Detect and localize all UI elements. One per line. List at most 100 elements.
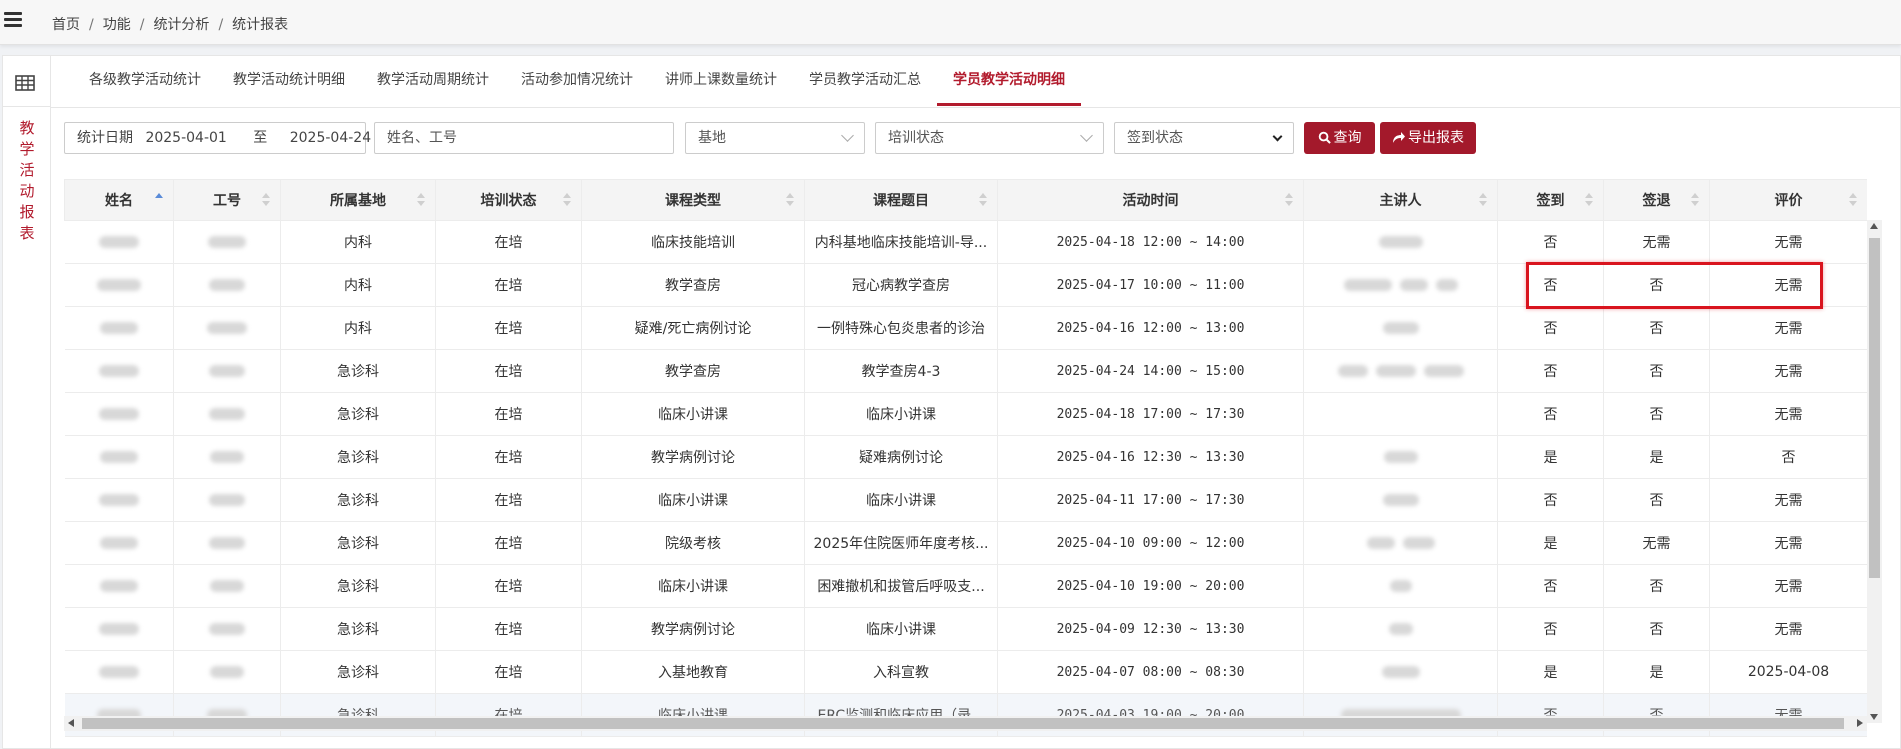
tab-level-activity-stats[interactable]: 各级教学活动统计 <box>73 56 217 106</box>
date-range-field[interactable]: 统计日期 2025-04-01 至 2025-04-24 <box>64 122 371 154</box>
cell-training-status: 在培 <box>435 478 582 522</box>
col-lecturer[interactable]: 主讲人 <box>1303 179 1498 221</box>
tab-participation[interactable]: 活动参加情况统计 <box>505 56 649 106</box>
vertical-scrollbar[interactable] <box>1867 220 1882 723</box>
horizontal-scrollbar[interactable] <box>64 716 1867 731</box>
cell-course-title: 临床小讲课 <box>804 607 998 651</box>
breadcrumb-statistics[interactable]: 统计分析 <box>153 17 209 33</box>
cell-id <box>173 220 281 264</box>
sort-icon[interactable] <box>563 193 571 207</box>
table-row[interactable]: 急诊科 在培 教学病例讨论 疑难病例讨论 2025-04-16 12:30 ~ 13:3… <box>64 435 1867 479</box>
sort-icon[interactable] <box>786 193 794 207</box>
table-row[interactable]: 急诊科 在培 临床小讲课 临床小讲课 2025-04-11 17:00 ~ 17:30 否… <box>64 478 1867 522</box>
col-id[interactable]: 工号 <box>173 179 281 221</box>
cell-signin: 否 <box>1497 263 1604 307</box>
sort-icon[interactable] <box>417 193 425 207</box>
base-select-label: 基地 <box>698 130 726 146</box>
cell-signin: 否 <box>1497 607 1604 651</box>
cell-evaluation: 2025-04-08 <box>1709 650 1867 694</box>
signin-status-label: 签到状态 <box>1127 130 1183 146</box>
date-to[interactable]: 2025-04-24 <box>290 130 371 146</box>
scroll-up-icon[interactable] <box>1870 223 1878 229</box>
cell-training-status: 在培 <box>435 435 582 479</box>
breadcrumb-function[interactable]: 功能 <box>103 17 131 33</box>
cell-base: 急诊科 <box>280 521 436 565</box>
col-base[interactable]: 所属基地 <box>280 179 436 221</box>
chevron-down-icon <box>1080 129 1093 142</box>
signin-status-select[interactable]: 签到状态 <box>1114 122 1294 154</box>
col-training-status[interactable]: 培训状态 <box>435 179 582 221</box>
cell-training-status: 在培 <box>435 263 582 307</box>
scroll-thumb[interactable] <box>82 718 1844 729</box>
export-label: 导出报表 <box>1408 130 1464 146</box>
col-evaluation[interactable]: 评价 <box>1709 179 1867 221</box>
sort-icon[interactable] <box>262 193 270 207</box>
sort-icon[interactable] <box>979 193 987 207</box>
sort-icon[interactable] <box>1585 193 1593 207</box>
breadcrumb-home[interactable]: 首页 <box>52 17 80 33</box>
sort-icon[interactable] <box>1691 193 1699 207</box>
cell-signin: 否 <box>1497 564 1604 608</box>
date-separator: 至 <box>253 130 268 146</box>
cell-activity-time: 2025-04-10 09:00 ~ 12:00 <box>997 521 1304 565</box>
tab-activity-detail[interactable]: 教学活动统计明细 <box>217 56 361 106</box>
scroll-right-icon[interactable] <box>1857 719 1863 727</box>
tab-student-summary[interactable]: 学员教学活动汇总 <box>793 56 937 106</box>
table-row[interactable]: 急诊科 在培 入基地教育 入科宣教 2025-04-07 08:00 ~ 08:30 是是… <box>64 650 1867 694</box>
cell-signout: 否 <box>1603 607 1710 651</box>
sort-icon[interactable] <box>1849 193 1857 207</box>
table-icon[interactable] <box>13 71 37 95</box>
base-select[interactable]: 基地 <box>685 122 865 154</box>
cell-course-type: 临床技能培训 <box>581 220 805 264</box>
cell-evaluation: 无需 <box>1709 564 1867 608</box>
side-rail: 教学活动报表 <box>3 56 51 748</box>
training-status-label: 培训状态 <box>888 130 944 146</box>
col-name[interactable]: 姓名 <box>64 179 174 221</box>
cell-course-type: 入基地教育 <box>581 650 805 694</box>
tab-student-detail[interactable]: 学员教学活动明细 <box>937 56 1081 106</box>
cell-course-type: 院级考核 <box>581 521 805 565</box>
date-from[interactable]: 2025-04-01 <box>145 130 226 146</box>
table-row[interactable]: 内科 在培 疑难/死亡病例讨论 一例特殊心包炎患者的诊治 2025-04-16 12:0… <box>64 306 1867 350</box>
table-row[interactable]: 内科 在培 临床技能培训 内科基地临床技能培训-导... 2025-04-18 12:0… <box>64 220 1867 264</box>
name-search-input[interactable]: 姓名、工号 <box>374 122 674 154</box>
sort-asc-icon[interactable] <box>155 193 163 207</box>
cell-name <box>64 650 174 694</box>
scroll-thumb[interactable] <box>1869 238 1880 578</box>
col-course-title[interactable]: 课程题目 <box>804 179 998 221</box>
cell-course-title: 2025年住院医师年度考核... <box>804 521 998 565</box>
col-signout[interactable]: 签退 <box>1603 179 1710 221</box>
cell-course-title: 临床小讲课 <box>804 478 998 522</box>
export-button[interactable]: 导出报表 <box>1380 122 1476 154</box>
share-arrow-icon <box>1393 132 1405 143</box>
cell-lecturer <box>1303 435 1498 479</box>
table-row[interactable]: 急诊科 在培 教学查房 教学查房4-3 2025-04-24 14:00 ~ 15:00… <box>64 349 1867 393</box>
cell-signout: 否 <box>1603 263 1710 307</box>
col-signin[interactable]: 签到 <box>1497 179 1604 221</box>
cell-signin: 否 <box>1497 478 1604 522</box>
cell-activity-time: 2025-04-11 17:00 ~ 17:30 <box>997 478 1304 522</box>
query-button[interactable]: 查询 <box>1304 122 1375 154</box>
scroll-down-icon[interactable] <box>1870 714 1878 720</box>
cell-signin: 否 <box>1497 392 1604 436</box>
col-course-type[interactable]: 课程类型 <box>581 179 805 221</box>
cell-id <box>173 306 281 350</box>
training-status-select[interactable]: 培训状态 <box>875 122 1104 154</box>
scroll-left-icon[interactable] <box>68 719 74 727</box>
table-row[interactable]: 急诊科 在培 临床小讲课 临床小讲课 2025-04-18 17:00 ~ 17:30 否… <box>64 392 1867 436</box>
cell-signout: 无需 <box>1603 521 1710 565</box>
tab-lecturer-count[interactable]: 讲师上课数量统计 <box>649 56 793 106</box>
tab-activity-period[interactable]: 教学活动周期统计 <box>361 56 505 106</box>
sort-icon[interactable] <box>1285 193 1293 207</box>
table-row[interactable]: 急诊科 在培 教学病例讨论 临床小讲课 2025-04-09 12:30 ~ 13:30… <box>64 607 1867 651</box>
sort-icon[interactable] <box>1479 193 1487 207</box>
cell-base: 急诊科 <box>280 435 436 479</box>
table-row[interactable]: 急诊科 在培 院级考核 2025年住院医师年度考核... 2025-04-10 09:0… <box>64 521 1867 565</box>
cell-name <box>64 478 174 522</box>
table-row[interactable]: 急诊科 在培 临床小讲课 困难撤机和拔管后呼吸支... 2025-04-10 19:00… <box>64 564 1867 608</box>
col-activity-time[interactable]: 活动时间 <box>997 179 1304 221</box>
cell-training-status: 在培 <box>435 392 582 436</box>
table-row[interactable]: 内科 在培 教学查房 冠心病教学查房 2025-04-17 10:00 ~ 11:00 否… <box>64 263 1867 307</box>
cell-evaluation: 否 <box>1709 435 1867 479</box>
menu-icon[interactable] <box>4 12 22 28</box>
